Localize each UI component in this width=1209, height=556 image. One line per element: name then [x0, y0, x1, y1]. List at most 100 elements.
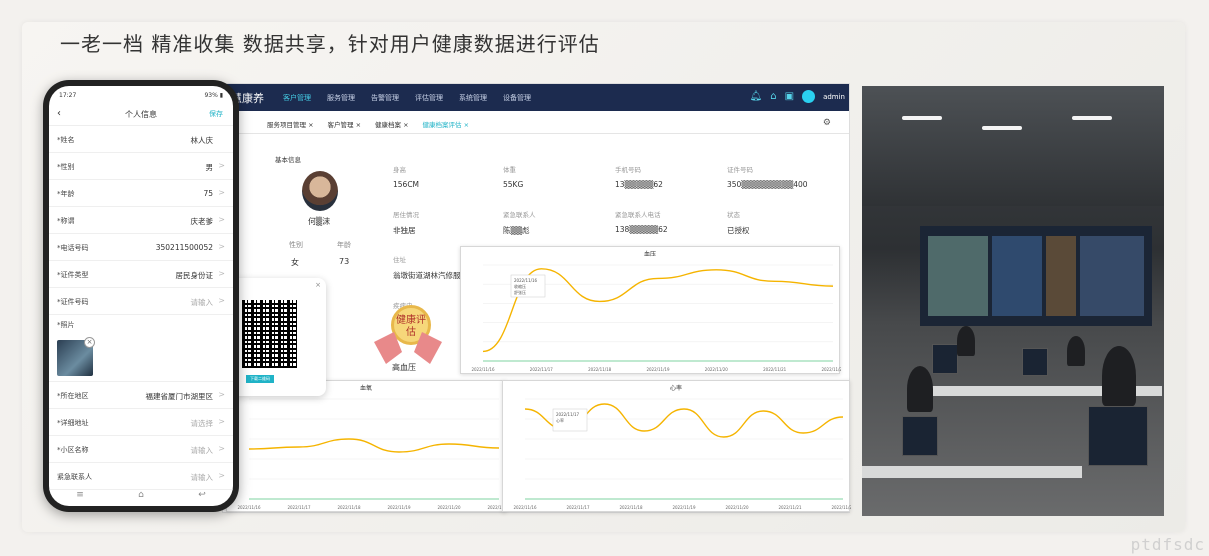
chevron-right-icon: >	[218, 390, 225, 399]
watermark: ptdfsdc	[1130, 535, 1205, 554]
nav-item-device[interactable]: 设备管理	[503, 93, 531, 103]
tooltip-text: 心率	[556, 417, 564, 423]
form-row-value[interactable]: 请输入	[191, 297, 214, 308]
tooltip-text: 收缩压	[514, 283, 526, 289]
form-row[interactable]: *所在地区 福建省厦门市湖里区 >	[49, 382, 233, 409]
monitor	[1022, 348, 1048, 376]
form-row-value[interactable]: 男	[206, 162, 214, 173]
phone-nav-bar: ≡ ⌂ ↩	[49, 488, 233, 502]
form-row-value[interactable]: 福建省厦门市湖里区	[146, 391, 214, 402]
gear-icon[interactable]: ⚙	[823, 118, 831, 128]
form-row[interactable]: *证件类型 居民身份证 >	[49, 261, 233, 288]
field-label: 紧急联系人	[503, 211, 536, 219]
form-row-label: *年龄	[57, 190, 75, 198]
ceiling-light	[982, 126, 1022, 130]
nav-item-alarm[interactable]: 告警管理	[371, 93, 399, 103]
tick-label: 2022/11/20	[725, 505, 749, 510]
tab-health-assessment[interactable]: 健康档案评估 ×	[423, 119, 470, 129]
tick-label: 2022/11/22	[831, 505, 851, 510]
form-row-label: *称谓	[57, 217, 75, 225]
form-row-value[interactable]: 请选择	[191, 418, 214, 429]
field-value: 156CM	[393, 180, 420, 189]
form-row[interactable]: *小区名称 请输入 >	[49, 436, 233, 463]
form-row[interactable]: *证件号码 请输入 >	[49, 288, 233, 315]
nav-item-system[interactable]: 系统管理	[459, 93, 487, 103]
person	[1067, 336, 1085, 366]
nav-item-customer[interactable]: 客户管理	[283, 93, 311, 103]
form-row-value[interactable]: 居民身份证	[176, 270, 214, 281]
field-label: 体重	[503, 166, 516, 174]
form-row-label: *详细地址	[57, 419, 89, 427]
tick-label: 2022/11/21	[778, 505, 802, 510]
form-row[interactable]: *性别 男 >	[49, 153, 233, 180]
monitor	[1088, 406, 1148, 466]
main-nav: 客户管理 服务管理 告警管理 评估管理 系统管理 设备管理	[283, 84, 547, 111]
qr-popup: × 下载二维码	[226, 278, 326, 396]
field-label: 紧急联系人电话	[615, 211, 661, 219]
phone-frame: 17:27 93% ▮ ‹ 个人信息 保存 *姓名 林人庆 *性别男 > *年龄 75 > *…	[43, 80, 239, 512]
form-row[interactable]: 紧急联系人 请输入 >	[49, 463, 233, 490]
back-icon[interactable]: ↩	[198, 490, 206, 500]
close-icon[interactable]: ×	[315, 281, 321, 289]
form-row[interactable]: *称谓 庆老爹 >	[49, 207, 233, 234]
field-label: 身高	[393, 166, 406, 174]
form-row-value[interactable]: 350211500052	[156, 243, 213, 252]
nav-item-assessment[interactable]: 评估管理	[415, 93, 443, 103]
bell-icon[interactable]: 🔔︎	[750, 91, 763, 102]
tab-customers[interactable]: 客户管理 ×	[328, 119, 362, 129]
user-name[interactable]: admin	[823, 93, 845, 101]
gender-value: 女	[291, 258, 299, 267]
person	[1102, 346, 1136, 406]
tick-label: 2022/11/20	[437, 505, 461, 510]
form-row[interactable]: *详细地址 请选择 >	[49, 409, 233, 436]
field-value: 非独居	[393, 226, 416, 235]
ceiling-light	[902, 116, 942, 120]
tab-health-records[interactable]: 健康档案 ×	[375, 119, 409, 129]
home-icon[interactable]: ⌂	[770, 91, 776, 102]
history-value: 高血压	[392, 363, 416, 372]
phone-title: 个人信息	[125, 110, 157, 119]
form-row-value[interactable]: 75	[203, 189, 213, 198]
form-row[interactable]: *电话号码 350211500052 >	[49, 234, 233, 261]
form-row-value[interactable]: 庆老爹	[191, 216, 214, 227]
chevron-right-icon: >	[218, 215, 225, 224]
tick-label: 2022/11/17	[566, 505, 590, 510]
series-line	[248, 438, 500, 453]
tick-label: 2022/11/18	[588, 367, 612, 372]
tick-label: 2022/11/20	[705, 367, 729, 372]
avatar[interactable]	[802, 90, 816, 103]
save-button[interactable]: 保存	[209, 109, 223, 119]
status-time: 17:27	[59, 92, 77, 99]
video-wall	[920, 226, 1152, 326]
menu-icon[interactable]: ≡	[76, 490, 84, 500]
tooltip-text: 舒张压	[514, 289, 526, 295]
top-navbar: 慧康养 客户管理 服务管理 告警管理 评估管理 系统管理 设备管理 🔔︎ ⌂ ▣…	[223, 84, 849, 111]
chevron-right-icon: >	[218, 471, 225, 480]
nav-item-service[interactable]: 服务管理	[327, 93, 355, 103]
form-row-value[interactable]: 请输入	[191, 445, 214, 456]
form-row-value[interactable]: 林人庆	[191, 135, 214, 146]
address-value: 翁墩街道湖林汽修服务	[393, 271, 468, 280]
blood-oxygen-chart: 血氧 2022/11/16 2022/11/17 2022/11/18 2022/11…	[226, 380, 507, 512]
chevron-right-icon: >	[218, 269, 225, 278]
form-row-label: *所在地区	[57, 392, 89, 400]
tick-label: 2022/11/19	[646, 367, 670, 372]
form-row-label: 紧急联系人	[57, 473, 92, 481]
ceiling	[862, 86, 1164, 206]
tick-label: 2022/11/17	[287, 505, 311, 510]
tick-label: 2022/11/19	[672, 505, 696, 510]
tab-service-items[interactable]: 服务项目管理 ×	[267, 119, 314, 129]
fullscreen-icon[interactable]: ▣	[785, 91, 794, 102]
home-icon[interactable]: ⌂	[138, 490, 144, 500]
form-row[interactable]: *姓名 林人庆	[49, 126, 233, 153]
remove-photo-icon[interactable]: ×	[84, 337, 95, 348]
heart-rate-chart: 心率 2022/11/16 2022/11/17 2022/11/18 2022/11…	[502, 380, 851, 512]
tooltip-text: 2022/11/17	[556, 412, 580, 417]
photo-label: *照片	[57, 321, 75, 329]
chevron-right-icon: >	[218, 444, 225, 453]
form-row[interactable]: *年龄 75 >	[49, 180, 233, 207]
chevron-right-icon: >	[218, 188, 225, 197]
download-qr-button[interactable]: 下载二维码	[246, 375, 274, 383]
form-row-value[interactable]: 请输入	[191, 472, 214, 483]
age-label: 年龄	[337, 241, 351, 249]
